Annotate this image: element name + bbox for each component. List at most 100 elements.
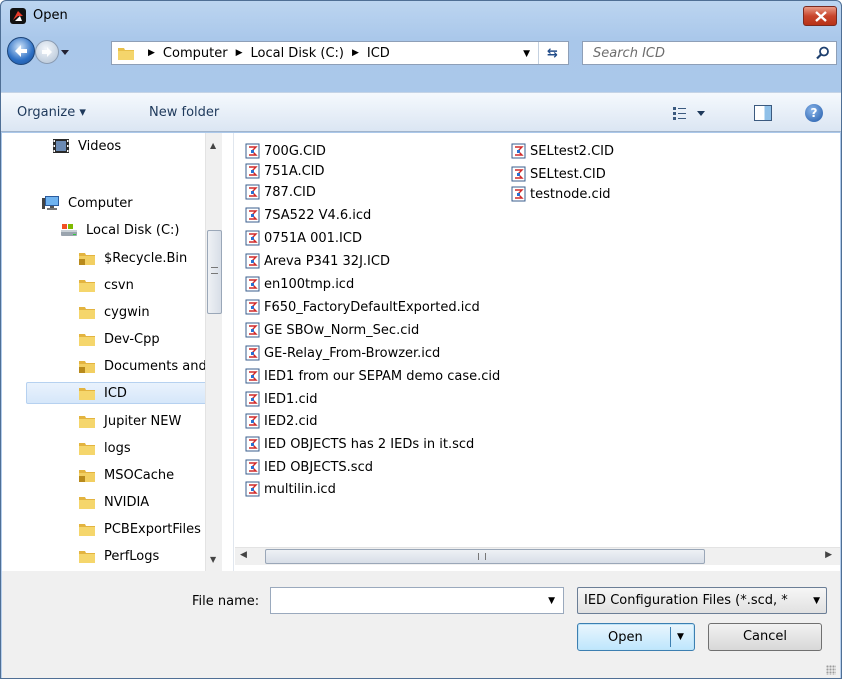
file-item[interactable]: 0751A 001.ICD <box>245 228 362 248</box>
file-item[interactable]: IED OBJECTS.scd <box>245 457 373 477</box>
open-options-icon[interactable]: ▼ <box>677 632 684 642</box>
breadcrumb-separator-icon[interactable]: ▶ <box>236 48 243 58</box>
open-label: Open <box>608 630 643 645</box>
breadcrumb-local-disk[interactable]: Local Disk (C:) <box>250 46 343 61</box>
file-item[interactable]: IED2.cid <box>245 411 317 431</box>
locked-folder-icon <box>79 470 95 482</box>
refresh-button[interactable]: ⇆ <box>538 42 566 64</box>
file-list-scrollbar[interactable]: ◀ ▶ <box>235 547 840 565</box>
app-icon <box>10 8 26 24</box>
icd-file-icon <box>511 166 526 182</box>
file-name: 700G.CID <box>264 143 326 159</box>
folder-icon <box>79 388 95 400</box>
file-type-select[interactable]: IED Configuration Files (*.scd, * ▼ <box>577 587 827 614</box>
nav-item-computer[interactable]: Computer <box>42 192 133 214</box>
file-item[interactable]: 787.CID <box>245 182 316 202</box>
file-item[interactable]: IED1.cid <box>245 389 317 409</box>
file-name: SELtest2.CID <box>530 143 614 159</box>
nav-item-recycle-bin[interactable]: $Recycle.Bin <box>78 247 187 269</box>
icd-file-icon <box>245 345 260 361</box>
scroll-left-icon[interactable]: ◀ <box>240 550 247 560</box>
nav-item-videos[interactable]: Videos <box>52 135 121 157</box>
forward-button[interactable] <box>35 40 59 64</box>
file-list: 700G.CID 751A.CID 787.CID 7SA522 V4.6.ic… <box>235 133 840 571</box>
file-item[interactable]: testnode.cid <box>511 184 611 204</box>
file-item[interactable]: SELtest2.CID <box>511 141 614 161</box>
nav-item-nvidia[interactable]: NVIDIA <box>78 491 149 513</box>
file-name: IED1 from our SEPAM demo case.cid <box>264 368 501 384</box>
file-type-value: IED Configuration Files (*.scd, * <box>584 593 788 608</box>
nav-item-icd[interactable]: ICD <box>26 382 210 404</box>
icd-file-icon <box>245 253 260 269</box>
breadcrumb-computer[interactable]: Computer <box>163 46 228 61</box>
nav-label: Documents and <box>104 358 207 374</box>
chevron-down-icon[interactable]: ▼ <box>548 596 555 606</box>
nav-item-perflogs[interactable]: PerfLogs <box>78 545 159 567</box>
file-item[interactable]: GE-Relay_From-Browzer.icd <box>245 343 440 363</box>
file-item[interactable]: IED1 from our SEPAM demo case.cid <box>245 366 500 386</box>
help-icon[interactable]: ? <box>805 104 823 122</box>
change-view-icon[interactable] <box>671 105 711 121</box>
file-item[interactable]: SELtest.CID <box>511 164 606 184</box>
file-item[interactable]: multilin.icd <box>245 479 336 499</box>
open-button[interactable]: Open ▼ <box>577 623 695 651</box>
preview-pane-icon[interactable] <box>754 105 772 121</box>
icd-file-icon <box>245 459 260 475</box>
nav-label: MSOCache <box>104 467 175 483</box>
resize-grip[interactable] <box>826 665 836 675</box>
nav-label: Jupiter NEW <box>104 413 182 429</box>
file-item[interactable]: GE SBOw_Norm_Sec.cid <box>245 320 419 340</box>
search-icon[interactable] <box>816 46 830 60</box>
forward-arrow-icon <box>42 47 52 57</box>
file-item[interactable]: 751A.CID <box>245 161 325 181</box>
cancel-button[interactable]: Cancel <box>708 623 822 651</box>
nav-item-jupiter-new[interactable]: Jupiter NEW <box>78 410 181 432</box>
horizontal-scroll-thumb[interactable] <box>265 549 705 564</box>
file-name: IED1.cid <box>264 391 318 407</box>
navigation-pane: Videos Computer Local Disk (C:) $Recycle… <box>2 133 234 571</box>
nav-item-dev-cpp[interactable]: Dev-Cpp <box>78 328 160 350</box>
close-button[interactable] <box>803 6 837 26</box>
nav-item-msocache[interactable]: MSOCache <box>78 464 174 486</box>
scroll-down-icon[interactable]: ▼ <box>210 555 216 564</box>
breadcrumb-icd[interactable]: ICD <box>367 46 390 61</box>
nav-item-logs[interactable]: logs <box>78 437 131 459</box>
file-item[interactable]: IED OBJECTS has 2 IEDs in it.scd <box>245 434 474 454</box>
organize-button[interactable]: Organize ▾ <box>17 105 86 120</box>
scroll-right-icon[interactable]: ▶ <box>825 550 832 560</box>
file-item[interactable]: en100tmp.icd <box>245 274 354 294</box>
file-item[interactable]: 700G.CID <box>245 141 326 161</box>
nav-item-pcbexportfiles[interactable]: PCBExportFiles <box>78 518 201 540</box>
file-name: IED OBJECTS.scd <box>264 459 373 475</box>
file-name: IED2.cid <box>264 413 318 429</box>
nav-scroll-thumb[interactable] <box>207 230 222 314</box>
file-item[interactable]: F650_FactoryDefaultExported.icd <box>245 297 480 317</box>
nav-label: $Recycle.Bin <box>104 250 188 266</box>
refresh-icon: ⇆ <box>547 45 558 61</box>
nav-item-documents[interactable]: Documents and <box>78 355 207 377</box>
nav-item-cygwin[interactable]: cygwin <box>78 301 150 323</box>
scroll-up-icon[interactable]: ▲ <box>210 141 216 150</box>
breadcrumb-separator-icon[interactable]: ▶ <box>148 48 155 58</box>
file-item[interactable]: Areva P341 32J.ICD <box>245 251 390 271</box>
address-bar[interactable]: ▶ Computer ▶ Local Disk (C:) ▶ ICD ▼ ⇆ <box>111 41 569 65</box>
folder-icon <box>79 416 95 428</box>
file-name-field[interactable]: ▼ <box>270 587 564 614</box>
icd-file-icon <box>245 163 260 179</box>
file-item[interactable]: 7SA522 V4.6.icd <box>245 205 371 225</box>
file-name: F650_FactoryDefaultExported.icd <box>264 299 480 315</box>
search-input[interactable]: Search ICD <box>582 41 837 65</box>
new-folder-button[interactable]: New folder <box>149 105 219 120</box>
file-name-label: File name: <box>192 594 260 609</box>
breadcrumb-separator-icon[interactable]: ▶ <box>352 48 359 58</box>
address-dropdown-icon[interactable]: ▼ <box>523 49 530 59</box>
file-name: Areva P341 32J.ICD <box>264 253 390 269</box>
locked-folder-icon <box>79 253 95 265</box>
title-bar[interactable]: Open <box>1 1 841 31</box>
nav-scrollbar[interactable]: ▲ ▼ <box>205 133 222 571</box>
nav-item-csvn[interactable]: csvn <box>78 274 134 296</box>
nav-item-local-disk[interactable]: Local Disk (C:) <box>60 219 179 241</box>
history-dropdown-icon[interactable] <box>60 47 70 57</box>
folder-icon <box>79 334 95 346</box>
back-button[interactable] <box>7 37 35 65</box>
